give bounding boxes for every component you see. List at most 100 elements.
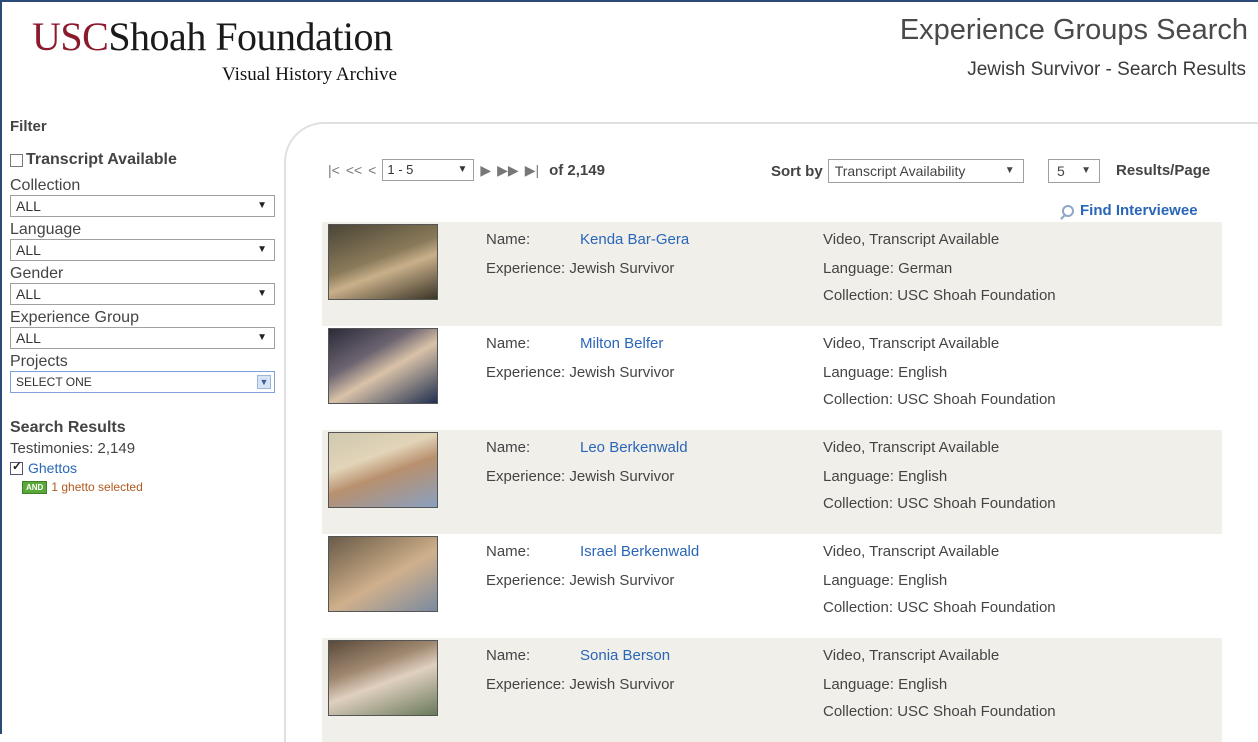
name-label: Name:: [486, 335, 531, 352]
interviewee-name-link[interactable]: Kenda Bar-Gera: [580, 231, 689, 248]
logo-usc: USC: [32, 14, 109, 59]
page-range-select[interactable]: 1 - 5 ▼: [382, 159, 475, 181]
language-select[interactable]: ALL ▼: [10, 239, 275, 261]
transcript-available-filter[interactable]: Transcript Available: [10, 151, 278, 169]
experience-text: Experience: Jewish Survivor: [486, 468, 675, 485]
find-interviewee-link[interactable]: Find Interviewee: [1062, 202, 1198, 219]
logo-name: Shoah Foundation: [108, 14, 393, 59]
page-title: Experience Groups Search: [899, 14, 1248, 46]
search-results-heading: Search Results: [10, 419, 126, 436]
result-row: Name: Milton Belfer Experience: Jewish S…: [322, 326, 1222, 430]
media-availability: Video, Transcript Available: [823, 335, 1000, 352]
collection-label: Collection: [10, 177, 81, 194]
sort-value: Transcript Availability: [834, 163, 966, 179]
experience-group-select[interactable]: ALL ▼: [10, 327, 275, 349]
result-row: Name: Israel Berkenwald Experience: Jewi…: [322, 534, 1222, 638]
projects-value: SELECT ONE: [16, 375, 92, 389]
collection-text: Collection: USC Shoah Foundation: [823, 391, 1056, 408]
interviewee-thumbnail[interactable]: [328, 224, 438, 300]
language-text: Language: English: [823, 572, 948, 589]
experience-text: Experience: Jewish Survivor: [486, 676, 675, 693]
ghettos-link[interactable]: Ghettos: [28, 460, 77, 476]
language-label: Language: [10, 221, 82, 238]
experience-text: Experience: Jewish Survivor: [486, 260, 675, 277]
experience-group-value: ALL: [16, 330, 41, 346]
transcript-checkbox-label: Transcript Available: [26, 151, 177, 168]
and-badge[interactable]: AND: [22, 480, 48, 494]
interviewee-thumbnail[interactable]: [328, 640, 438, 716]
find-interviewee-label: Find Interviewee: [1080, 202, 1198, 219]
frame-top-border: [0, 0, 1258, 2]
interviewee-name-link[interactable]: Leo Berkenwald: [580, 439, 688, 456]
projects-select[interactable]: SELECT ONE ▼: [10, 371, 275, 393]
ghettos-checkbox[interactable]: [10, 459, 23, 475]
ghetto-selected-text: 1 ghetto selected: [51, 480, 143, 494]
sort-label: Sort by: [771, 162, 823, 180]
gender-select[interactable]: ALL ▼: [10, 283, 275, 305]
result-row: Name: Leo Berkenwald Experience: Jewish …: [322, 430, 1222, 534]
page-subtitle: Jewish Survivor - Search Results: [967, 59, 1246, 80]
language-text: Language: German: [823, 260, 953, 277]
search-icon: [1062, 204, 1074, 217]
result-row: Name: Kenda Bar-Gera Experience: Jewish …: [322, 222, 1222, 326]
results-per-page-label: Results/Page: [1116, 162, 1211, 179]
chevron-down-icon: ▼: [1081, 165, 1091, 176]
ghetto-selection-summary: AND 1 ghetto selected: [22, 480, 278, 494]
filter-heading: Filter: [10, 118, 47, 135]
filter-sidebar: Filter Transcript Available Collection A…: [10, 118, 278, 494]
media-availability: Video, Transcript Available: [823, 647, 1000, 664]
media-availability: Video, Transcript Available: [823, 439, 1000, 456]
ghettos-filter[interactable]: Ghettos: [10, 459, 278, 476]
chevron-down-icon: ▼: [257, 288, 267, 299]
next-page-icon[interactable]: ▶: [480, 162, 491, 179]
language-value: ALL: [16, 242, 41, 258]
interviewee-name-link[interactable]: Sonia Berson: [580, 647, 670, 664]
interviewee-thumbnail[interactable]: [328, 328, 438, 404]
next-five-pages-icon[interactable]: ▶▶: [497, 162, 519, 179]
language-text: Language: English: [823, 468, 948, 485]
collection-text: Collection: USC Shoah Foundation: [823, 495, 1056, 512]
results-per-page-select[interactable]: 5 ▼: [1048, 159, 1100, 183]
collection-text: Collection: USC Shoah Foundation: [823, 599, 1056, 616]
gender-label: Gender: [10, 265, 64, 282]
collection-select[interactable]: ALL ▼: [10, 195, 275, 217]
chevron-down-icon: ▼: [257, 200, 267, 211]
collection-text: Collection: USC Shoah Foundation: [823, 287, 1056, 304]
media-availability: Video, Transcript Available: [823, 231, 1000, 248]
interviewee-thumbnail[interactable]: [328, 432, 438, 508]
previous-five-pages-icon[interactable]: <<: [346, 162, 362, 178]
name-label: Name:: [486, 543, 531, 560]
interviewee-thumbnail[interactable]: [328, 536, 438, 612]
name-label: Name:: [486, 231, 531, 248]
result-row: Name: Sonia Berson Experience: Jewish Su…: [322, 638, 1222, 742]
media-availability: Video, Transcript Available: [823, 543, 1000, 560]
last-page-icon[interactable]: ▶|: [525, 162, 539, 179]
interviewee-name-link[interactable]: Milton Belfer: [580, 335, 663, 352]
experience-text: Experience: Jewish Survivor: [486, 364, 675, 381]
previous-page-icon[interactable]: <: [368, 162, 376, 178]
collection-text: Collection: USC Shoah Foundation: [823, 703, 1056, 720]
results-per-page-value: 5: [1057, 163, 1065, 179]
projects-label: Projects: [10, 353, 68, 370]
brand-logo: USCShoah Foundation Visual History Archi…: [32, 14, 397, 85]
pagination: |< << < 1 - 5 ▼ ▶ ▶▶ ▶| of 2,149: [328, 159, 605, 181]
transcript-checkbox[interactable]: [10, 153, 23, 167]
sort-select[interactable]: Transcript Availability ▼: [827, 159, 1024, 183]
name-label: Name:: [486, 439, 531, 456]
interviewee-name-link[interactable]: Israel Berkenwald: [580, 543, 699, 560]
chevron-down-icon: ▼: [457, 164, 468, 175]
experience-group-label: Experience Group: [10, 309, 139, 326]
name-label: Name:: [486, 647, 531, 664]
chevron-down-icon: ▼: [257, 332, 267, 343]
chevron-down-icon: ▼: [257, 375, 271, 389]
page-range-value: 1 - 5: [387, 162, 414, 177]
total-results: of 2,149: [549, 161, 605, 179]
chevron-down-icon: ▼: [1004, 165, 1015, 176]
sort-control: Sort by Transcript Availability ▼: [771, 159, 1024, 183]
first-page-icon[interactable]: |<: [328, 162, 340, 178]
chevron-down-icon: ▼: [257, 244, 267, 255]
experience-text: Experience: Jewish Survivor: [486, 572, 675, 589]
logo-subtitle: Visual History Archive: [222, 64, 398, 85]
gender-value: ALL: [16, 286, 41, 302]
collection-value: ALL: [16, 198, 41, 214]
